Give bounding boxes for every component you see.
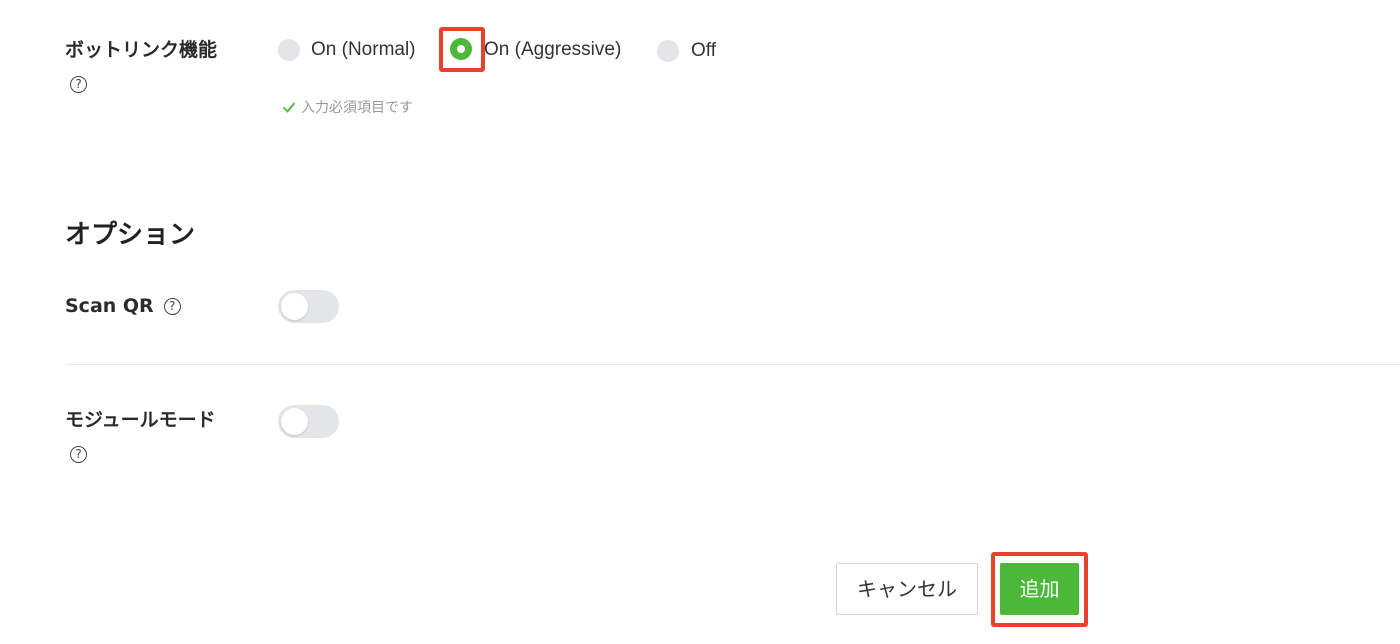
radio-label: On (Normal) — [311, 39, 416, 60]
help-icon[interactable]: ? — [70, 76, 87, 93]
help-icon[interactable]: ? — [70, 446, 87, 463]
scan-qr-toggle[interactable] — [278, 290, 339, 323]
cancel-button[interactable]: キャンセル — [836, 563, 978, 615]
add-button[interactable]: 追加 — [1000, 563, 1079, 615]
scan-qr-label-row: Scan QR ? — [65, 293, 181, 319]
radio-button[interactable] — [657, 40, 679, 62]
check-icon — [282, 102, 296, 113]
module-mode-help[interactable]: ? — [70, 443, 87, 463]
validation-message: 入力必須項目です — [282, 97, 413, 117]
module-mode-label: モジュールモード — [65, 409, 216, 431]
radio-label: Off — [691, 40, 716, 61]
radio-button-selected[interactable] — [450, 38, 472, 60]
divider — [66, 364, 1400, 365]
radio-option-on-aggressive[interactable] — [450, 38, 472, 60]
module-mode-toggle[interactable] — [278, 405, 339, 438]
radio-label: On (Aggressive) — [484, 39, 622, 60]
help-icon[interactable]: ? — [163, 297, 181, 315]
radio-option-on-normal[interactable]: On (Normal) — [278, 39, 416, 61]
validation-text: 入力必須項目です — [301, 100, 413, 116]
toggle-knob — [281, 408, 308, 435]
form-page: ボットリンク機能 ? On (Normal) On (Aggressive) O… — [0, 0, 1400, 644]
section-title: オプション — [65, 220, 196, 250]
bot-link-label: ボットリンク機能 — [65, 39, 218, 61]
bot-link-help[interactable]: ? — [70, 73, 87, 93]
toggle-knob — [281, 293, 308, 320]
radio-button[interactable] — [278, 39, 300, 61]
scan-qr-label: Scan QR — [65, 295, 154, 317]
bot-link-radio-group: On (Normal) — [278, 36, 416, 64]
radio-option-off[interactable]: Off — [657, 40, 716, 62]
